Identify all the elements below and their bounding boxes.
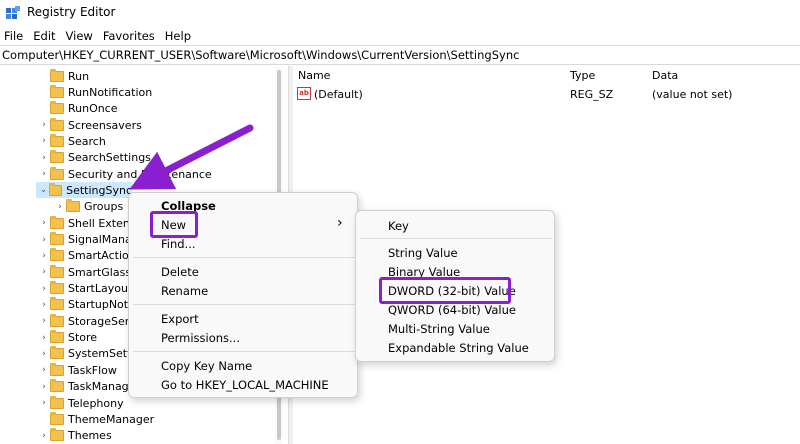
annotation-arrow [129, 124, 254, 190]
